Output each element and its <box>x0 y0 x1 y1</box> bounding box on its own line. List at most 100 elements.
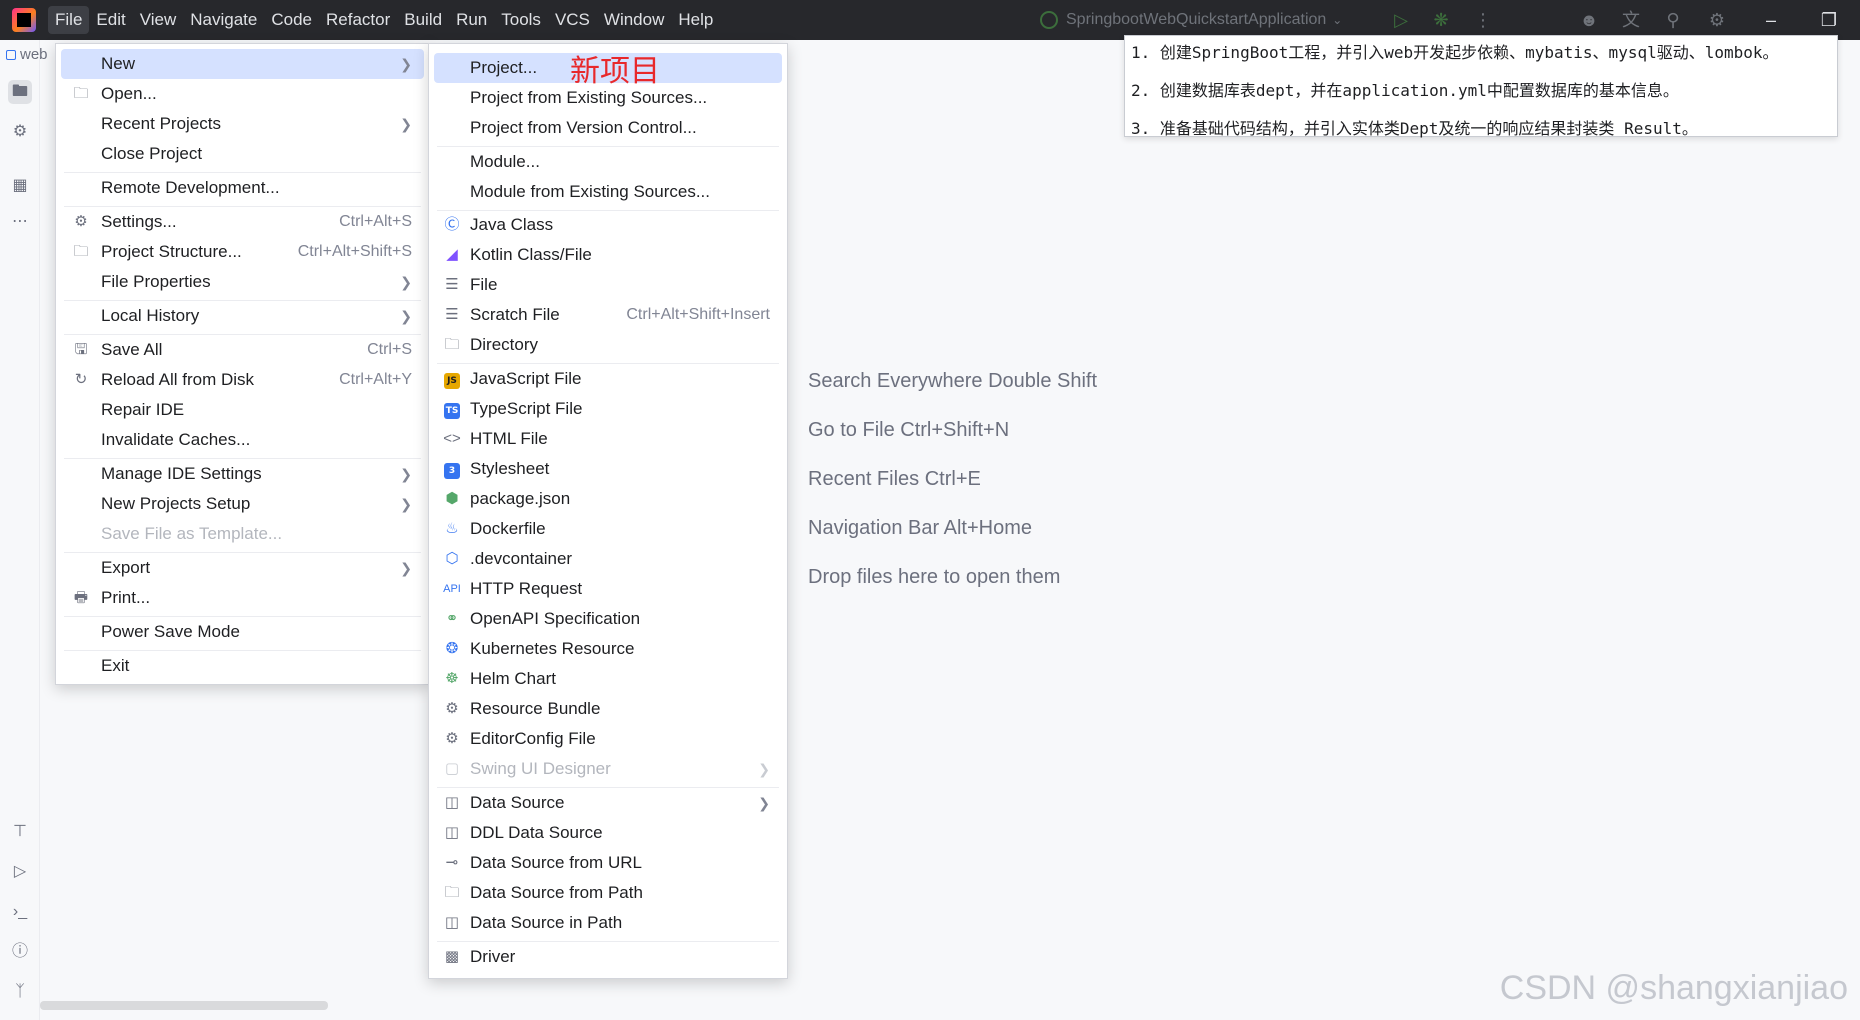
chevron-right-icon: ❯ <box>400 55 412 72</box>
new-menu-data-source-path[interactable]: 🗀 Data Source from Path <box>434 878 782 908</box>
menu-code[interactable]: Code <box>264 6 319 34</box>
file-menu-settings[interactable]: ⚙ Settings... Ctrl+Alt+S <box>61 207 424 237</box>
new-menu-java-class[interactable]: Ⓒ Java Class <box>434 210 782 240</box>
git-branch-icon[interactable]: ᛉ <box>8 980 32 1004</box>
file-menu-close-project[interactable]: Close Project <box>61 139 424 169</box>
intellij-logo-icon[interactable] <box>12 8 36 32</box>
menu-run[interactable]: Run <box>449 6 494 34</box>
menu-item-label: Java Class <box>470 215 554 234</box>
menu-item-label: Export <box>101 558 151 577</box>
file-menu-file-properties[interactable]: File Properties ❯ <box>61 267 424 297</box>
translate-icon[interactable]: 文 <box>1620 9 1642 31</box>
file-menu-local-history[interactable]: Local History ❯ <box>61 301 424 331</box>
new-menu-project-vcs[interactable]: Project from Version Control... <box>434 113 782 143</box>
menu-refactor[interactable]: Refactor <box>319 6 397 34</box>
menu-item-label: File Properties <box>101 272 211 291</box>
minimize-icon[interactable]: – <box>1760 9 1782 31</box>
file-menu-reload-all[interactable]: ↻ Reload All from Disk Ctrl+Alt+Y <box>61 365 424 395</box>
new-menu-html-file[interactable]: <> HTML File <box>434 424 782 454</box>
new-menu-data-source[interactable]: ◫ Data Source ❯ <box>434 788 782 818</box>
menu-help[interactable]: Help <box>671 6 720 34</box>
more-actions-icon[interactable]: ⋮ <box>1472 9 1494 31</box>
file-menu-repair-ide[interactable]: Repair IDE <box>61 395 424 425</box>
file-menu-recent-projects[interactable]: Recent Projects ❯ <box>61 109 424 139</box>
more-tools-icon[interactable]: ⋯ <box>8 210 32 234</box>
menu-item-label: DDL Data Source <box>470 823 603 842</box>
new-menu-dockerfile[interactable]: ♨ Dockerfile <box>434 514 782 544</box>
new-menu-file[interactable]: ☰ File <box>434 270 782 300</box>
new-menu-javascript-file[interactable]: JS JavaScript File <box>434 364 782 394</box>
new-menu-devcontainer[interactable]: ⬡ .devcontainer <box>434 544 782 574</box>
project-folder-icon[interactable]: 🖿 <box>8 80 32 104</box>
menu-navigate[interactable]: Navigate <box>183 6 264 34</box>
structure-icon[interactable]: ▦ <box>8 174 32 198</box>
debug-icon[interactable]: ❋ <box>1430 9 1452 31</box>
file-menu-open[interactable]: 🗀 Open... <box>61 79 424 109</box>
main-menu-bar: File Edit View Navigate Code Refactor Bu… <box>48 0 720 40</box>
new-menu-kotlin-class[interactable]: ◢ Kotlin Class/File <box>434 240 782 270</box>
settings-gear-icon[interactable]: ⚙ <box>1706 9 1728 31</box>
menu-file[interactable]: File <box>48 6 90 34</box>
menu-edit[interactable]: Edit <box>89 6 132 34</box>
file-menu-export[interactable]: Export ❯ <box>61 553 424 583</box>
menu-item-shortcut: Ctrl+Alt+Shift+Insert <box>626 306 770 323</box>
file-menu-print[interactable]: 🖶 Print... <box>61 583 424 613</box>
plugins-gear-icon[interactable]: ⚙ <box>8 120 32 144</box>
new-menu-module-existing-sources[interactable]: Module from Existing Sources... <box>434 177 782 207</box>
run-icon[interactable]: ▷ <box>1390 9 1412 31</box>
search-icon[interactable]: ⚲ <box>1662 9 1684 31</box>
scratch-file-icon: ☰ <box>445 306 459 323</box>
new-menu-kubernetes[interactable]: ❂ Kubernetes Resource <box>434 634 782 664</box>
build-hammer-icon[interactable]: ⊤ <box>8 820 32 844</box>
file-menu-manage-ide-settings[interactable]: Manage IDE Settings ❯ <box>61 459 424 489</box>
file-menu-invalidate-caches[interactable]: Invalidate Caches... <box>61 425 424 455</box>
new-menu-driver[interactable]: ▩ Driver <box>434 942 782 972</box>
menu-build[interactable]: Build <box>397 6 449 34</box>
new-menu-openapi[interactable]: ⚭ OpenAPI Specification <box>434 604 782 634</box>
menu-item-label: Settings... <box>101 212 177 231</box>
file-menu-new-projects-setup[interactable]: New Projects Setup ❯ <box>61 489 424 519</box>
new-menu-module[interactable]: Module... <box>434 147 782 177</box>
new-menu-helm-chart[interactable]: ☸ Helm Chart <box>434 664 782 694</box>
new-menu-data-source-in-path[interactable]: ◫ Data Source in Path <box>434 908 782 938</box>
menu-item-label: Driver <box>470 947 516 966</box>
file-menu-power-save-mode[interactable]: Power Save Mode <box>61 617 424 647</box>
run-configuration-selector[interactable]: SpringbootWebQuickstartApplication ⌄ <box>1040 8 1342 32</box>
new-menu-scratch-file[interactable]: ☰ Scratch File Ctrl+Alt+Shift+Insert <box>434 300 782 330</box>
new-menu-directory[interactable]: 🗀 Directory <box>434 330 782 360</box>
horizontal-scrollbar[interactable] <box>40 1001 328 1010</box>
maximize-icon[interactable]: ❐ <box>1818 9 1840 31</box>
file-menu-save-all[interactable]: 🖫 Save All Ctrl+S <box>61 335 424 365</box>
database-icon: ◫ <box>444 914 460 931</box>
resource-bundle-icon: ⚙ <box>445 700 459 717</box>
new-menu-stylesheet[interactable]: 3 Stylesheet <box>434 454 782 484</box>
hint-navigation-bar: Navigation Bar Alt+Home <box>808 517 1033 539</box>
hint-recent-files: Recent Files Ctrl+E <box>808 468 981 490</box>
new-menu-http-request[interactable]: API HTTP Request <box>434 574 782 604</box>
new-menu-package-json[interactable]: ⬢ package.json <box>434 484 782 514</box>
menu-window[interactable]: Window <box>597 6 671 34</box>
services-icon[interactable]: ▷ <box>8 860 32 884</box>
new-menu-typescript-file[interactable]: TS TypeScript File <box>434 394 782 424</box>
file-menu-new[interactable]: New ❯ <box>61 49 424 79</box>
html-icon: <> <box>443 430 461 447</box>
run-configuration-label: SpringbootWebQuickstartApplication <box>1066 11 1327 28</box>
file-menu-project-structure[interactable]: 🗀 Project Structure... Ctrl+Alt+Shift+S <box>61 237 424 267</box>
new-menu-data-source-url[interactable]: ⊸ Data Source from URL <box>434 848 782 878</box>
menu-item-label: Kubernetes Resource <box>470 639 635 658</box>
watermark: CSDN @shangxianjiao <box>1499 969 1848 1007</box>
menu-vcs[interactable]: VCS <box>548 6 597 34</box>
terminal-icon[interactable]: ›_ <box>8 900 32 924</box>
chevron-down-icon: ⌄ <box>1332 13 1343 27</box>
menu-tools[interactable]: Tools <box>494 6 548 34</box>
add-user-icon[interactable]: ☻ <box>1578 9 1600 31</box>
file-menu-exit[interactable]: Exit <box>61 651 424 681</box>
menu-view[interactable]: View <box>133 6 184 34</box>
new-menu-resource-bundle[interactable]: ⚙ Resource Bundle <box>434 694 782 724</box>
new-menu-ddl-data-source[interactable]: ◫ DDL Data Source <box>434 818 782 848</box>
new-menu-editorconfig[interactable]: ⚙ EditorConfig File <box>434 724 782 754</box>
file-menu-remote-development[interactable]: Remote Development... <box>61 173 424 203</box>
project-tab[interactable]: web <box>6 46 48 63</box>
problems-icon[interactable]: ⓘ <box>8 940 32 964</box>
javascript-icon: JS <box>442 369 462 389</box>
